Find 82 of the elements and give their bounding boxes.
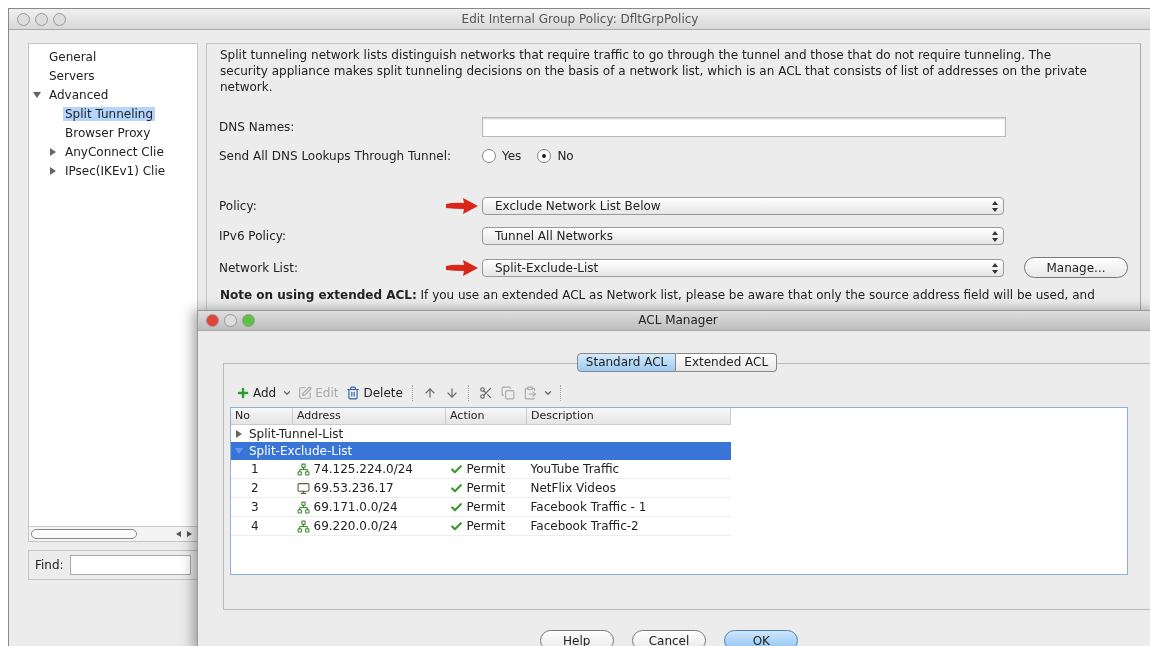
table-cell: 69.53.236.17 [313,481,394,496]
field-label: Network List: [219,260,299,275]
zoom-icon[interactable] [53,12,66,26]
table-cell: NetFlix Videos [526,478,731,498]
radio-option[interactable]: Yes [482,149,522,163]
table-cell: Permit [466,519,506,534]
dropdown[interactable]: Split-Exclude-List [482,258,1004,277]
field-label: Send All DNS Lookups Through Tunnel: [219,149,453,163]
table-cell: YouTube Traffic [526,460,731,479]
tree-item[interactable]: General [47,49,99,64]
paste-icon [522,385,537,400]
copy-icon [500,385,515,400]
group-name: Split-Tunnel-List [249,426,344,441]
scissors-icon [478,385,493,400]
tab[interactable]: Extended ACL [676,352,778,372]
horizontal-scrollbar[interactable] [29,526,197,541]
manage-button[interactable]: Manage... [1024,257,1128,278]
network-icon [296,500,310,514]
table-cell: 2 [231,478,293,498]
edit-icon [298,385,313,400]
expanded-triangle-icon[interactable] [33,90,41,99]
dropdown[interactable]: Tunnel All Networks [482,227,1004,245]
add-button[interactable]: Add [234,385,279,400]
tree-item[interactable]: IPsec(IKEv1) Clie [63,163,168,178]
radio-option[interactable]: No [537,149,574,163]
field-label: DNS Names: [219,120,296,134]
delete-button[interactable]: Delete [344,385,405,400]
field-label: IPv6 Policy: [219,229,287,243]
collapsed-triangle-icon[interactable] [49,166,57,175]
column-header[interactable]: No [231,407,293,425]
dns-names-field[interactable] [482,117,1006,137]
table-cell: Permit [466,462,506,477]
table-cell: 74.125.224.0/24 [313,462,413,477]
description-text: Split tunneling network lists distinguish networks that require traffic to go through the tunnel and those that do not require tunneling. The security appliance makes split tunneling decisions on the basis of a network list, which is an ACL that consists of list of addresses on the private network. [220,47,1088,95]
table-cell: Facebook Traffic-2 [526,516,731,536]
collapsed-triangle-icon[interactable] [49,147,57,156]
note-text: Note on using extended ACL: If you use an extended ACL as Network list, please be aware that only the source address field will be used, and [220,288,1096,302]
column-header[interactable]: Address [292,407,446,425]
check-icon [449,462,463,476]
table-cell: Permit [466,481,506,496]
column-header[interactable]: Action [445,407,527,425]
minimize-icon[interactable] [35,12,48,26]
find-field[interactable] [69,555,191,575]
stepper-icon[interactable] [991,201,999,212]
table-cell: Facebook Traffic - 1 [526,497,731,517]
tree-item[interactable]: Servers [47,68,97,83]
stepper-icon[interactable] [991,262,999,274]
tree-item[interactable]: Browser Proxy [63,125,153,140]
stepper-icon[interactable] [991,231,999,242]
field-label: Policy: [219,199,258,213]
plus-icon [236,385,250,400]
check-icon [449,481,463,495]
tree-item[interactable]: Advanced [47,87,111,102]
down-arrow-icon [444,385,459,400]
close-icon[interactable] [206,313,219,327]
collapsed-triangle-icon[interactable] [235,429,243,438]
dialog-button[interactable]: Cancel [631,630,707,646]
close-icon[interactable] [17,12,30,26]
tree-item[interactable]: AnyConnect Clie [63,144,166,159]
check-icon [449,519,463,533]
dropdown[interactable]: Exclude Network List Below [482,197,1004,215]
table-cell: 69.171.0.0/24 [313,500,398,515]
dialog-button[interactable]: OK [724,630,799,646]
table-cell: Permit [466,500,506,515]
check-icon [449,500,463,514]
dialog-title: ACL Manager [638,313,718,328]
window-title: Edit Internal Group Policy: DfltGrpPolicy [461,12,699,26]
network-icon [296,462,310,476]
trash-icon [346,385,361,400]
column-header[interactable]: Description [526,407,731,425]
group-row[interactable]: Split-Exclude-List [231,442,731,461]
computer-icon [296,481,310,495]
group-name: Split-Exclude-List [249,444,353,459]
table-cell: 3 [231,497,293,517]
tree-item[interactable]: Split Tunneling [63,106,156,121]
table-cell: 1 [231,460,293,479]
tab[interactable]: Standard ACL [576,352,677,372]
find-label: Find: [35,558,64,572]
network-icon [296,519,310,533]
table-cell: 4 [231,516,293,536]
group-row[interactable]: Split-Tunnel-List [231,424,731,443]
table-cell: 69.220.0.0/24 [313,519,398,534]
